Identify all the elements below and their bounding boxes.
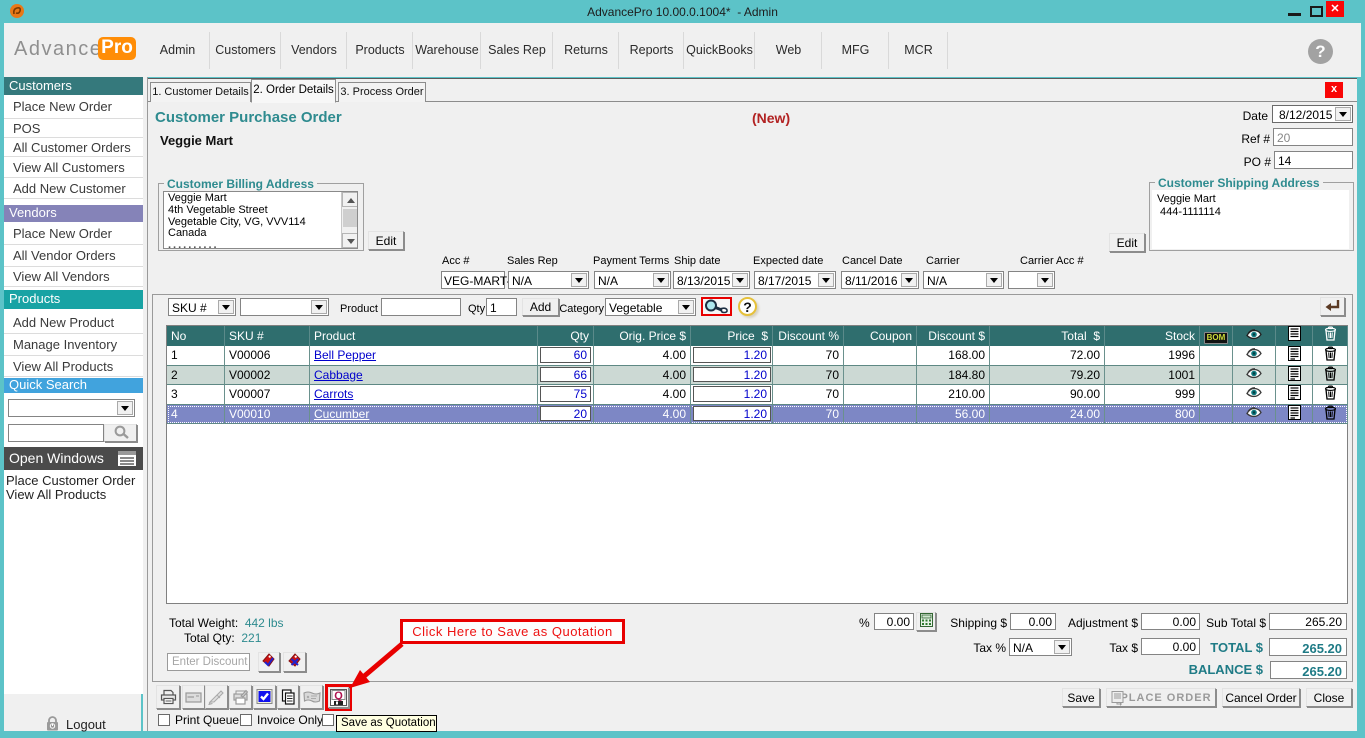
svg-text:Q: Q bbox=[334, 690, 343, 702]
